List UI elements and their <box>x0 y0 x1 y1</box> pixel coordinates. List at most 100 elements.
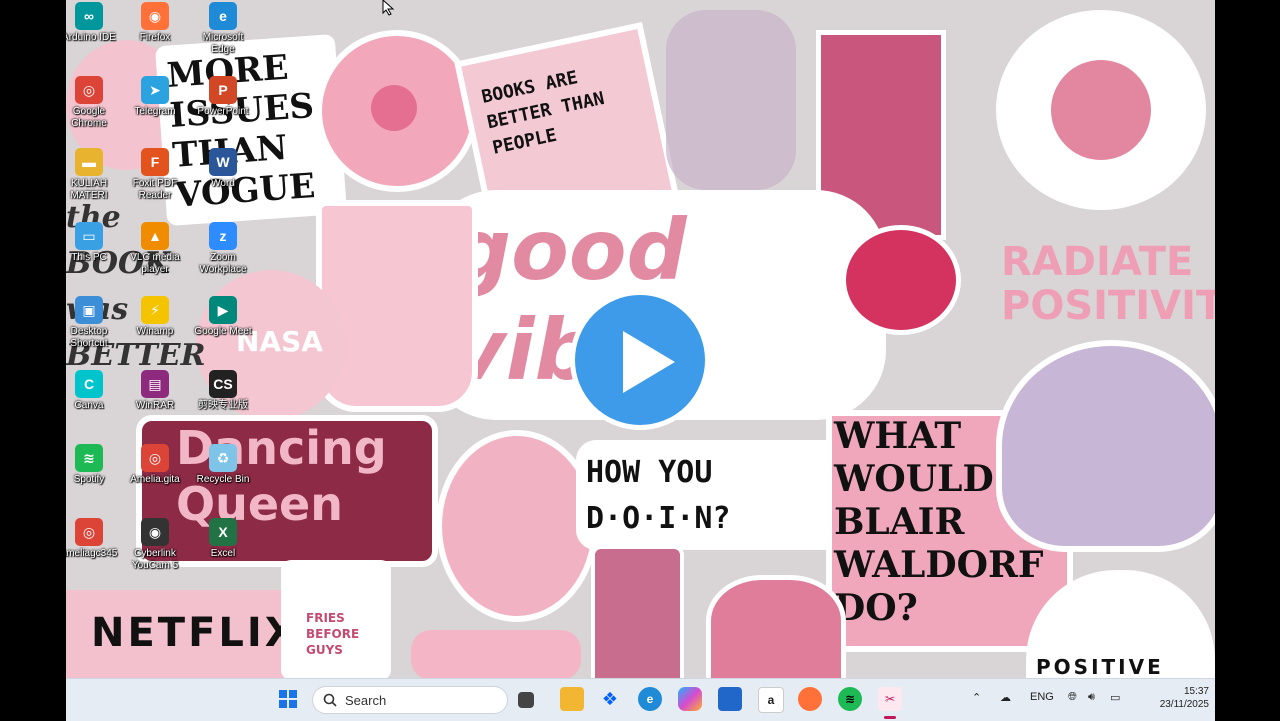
sticker-radiate-text: RADIATE POSITIVITY <box>1001 239 1215 329</box>
desktop-icon[interactable]: ⚡ Winamp <box>122 296 188 338</box>
sticker-how-you-doin-text: HOW YOU D·O·I·N? <box>586 455 731 536</box>
desktop-icon-label: KULIAH MATERI <box>70 178 108 201</box>
sticker-dinosaur <box>706 575 846 690</box>
clock-date: 23/11/2025 <box>1159 699 1209 710</box>
clock[interactable]: 15:37 23/11/2025 <box>1160 685 1209 711</box>
app-icon: ▤ <box>141 370 169 398</box>
dropbox-icon[interactable]: ❖ <box>598 687 622 711</box>
desktop-icon[interactable]: ◎ Google Chrome <box>66 76 122 130</box>
play-icon <box>623 331 675 393</box>
copilot-icon[interactable] <box>678 687 702 711</box>
language-indicator[interactable]: ENG <box>1030 691 1054 703</box>
globe-icon[interactable]: 🌐︎ <box>1068 691 1077 704</box>
desktop-icon[interactable]: e Microsoft Edge <box>190 2 256 56</box>
search-label: Search <box>345 693 387 708</box>
app-icon: C <box>75 370 103 398</box>
firefox-icon[interactable] <box>798 687 822 711</box>
app-icon: e <box>209 2 237 30</box>
app-icon: ▬ <box>75 148 103 176</box>
app-icon: ◎ <box>75 76 103 104</box>
app-icon: P <box>209 76 237 104</box>
desktop-icon[interactable]: ◎ Amelia.gita <box>122 444 188 486</box>
taskbar-search-box[interactable]: Search <box>312 686 508 714</box>
clock-time: 15:37 <box>1183 686 1209 697</box>
desktop-icon-label: Google Chrome <box>71 106 107 129</box>
desktop-icon-label: Desktop Shortcut <box>70 326 108 349</box>
edge-icon[interactable]: e <box>638 687 662 711</box>
desktop-icon-label: Winamp <box>136 326 174 337</box>
desktop-icon-label: Google Meet <box>194 326 252 337</box>
active-app-indicator <box>884 716 896 719</box>
desktop-icon-label: Arduino IDE <box>66 32 116 43</box>
desktop-icon[interactable]: ▲ VLC media player <box>122 222 188 276</box>
desktop-icon[interactable]: P PowerPoint <box>190 76 256 118</box>
desktop-icon[interactable]: ◎ ameliagc345 <box>66 518 122 560</box>
desktop-icon[interactable]: ➤ Telegram <box>122 76 188 118</box>
desktop-icon[interactable]: W Word <box>190 148 256 190</box>
video-play-button[interactable] <box>570 290 710 430</box>
sticker-planet-core <box>1051 60 1151 160</box>
sticker-brush-jar <box>591 545 684 688</box>
desktop-icon-label: Amelia.gita <box>130 474 180 485</box>
desktop-icon[interactable]: ≋ Spotify <box>66 444 122 486</box>
battery-icon[interactable]: ▭ <box>1110 691 1120 704</box>
app-icon: ➤ <box>141 76 169 104</box>
store-icon[interactable] <box>718 687 742 711</box>
desktop-icon[interactable]: ▤ WinRAR <box>122 370 188 412</box>
desktop-icon[interactable]: ▶ Google Meet <box>190 296 256 338</box>
desktop-icon-label: Firefox <box>139 32 171 43</box>
app-icon: ⚡ <box>141 296 169 324</box>
tray-network-alert-icon[interactable]: ☁ <box>1000 691 1011 704</box>
windows-start-icon[interactable] <box>276 687 300 711</box>
desktop-icon[interactable]: ♻ Recycle Bin <box>190 444 256 486</box>
mouse-cursor-icon <box>382 0 395 16</box>
app-icon: F <box>141 148 169 176</box>
desktop-icon-label: This PC <box>71 252 107 263</box>
app-icon: CS <box>209 370 237 398</box>
desktop-icon-label: Word <box>211 178 235 189</box>
sticker-positive-text: POSITIVE <box>1036 655 1164 679</box>
app-icon: ▶ <box>209 296 237 324</box>
desktop-icon[interactable]: CS 剪映专业版 <box>190 370 256 412</box>
sticker-netflix-text: NETFLIX <box>91 610 299 656</box>
snipping-tool-icon[interactable]: ✂ <box>878 687 902 711</box>
desktop-icon-label: WinRAR <box>135 400 175 411</box>
desktop-icon[interactable]: X Excel <box>190 518 256 560</box>
sticker-fries-text: FRIES BEFORE GUYS <box>306 611 360 657</box>
desktop-icon-label: Telegram <box>134 106 176 117</box>
desktop-icon[interactable]: ▭ This PC <box>66 222 122 264</box>
app-icon: ▭ <box>75 222 103 250</box>
volume-icon[interactable]: 🔊︎ <box>1088 691 1095 704</box>
task-view-icon[interactable] <box>518 692 534 708</box>
desktop-icon-label: Recycle Bin <box>196 474 250 485</box>
desktop-icon[interactable]: ∞ Arduino IDE <box>66 2 122 44</box>
sticker-daisy-center <box>371 85 417 131</box>
app-icon: ◎ <box>75 518 103 546</box>
desktop-icon-label: Foxit PDF Reader <box>132 178 178 201</box>
app-icon: ▲ <box>141 222 169 250</box>
desktop-icon[interactable]: C Canva <box>66 370 122 412</box>
desktop-icon[interactable]: F Foxit PDF Reader <box>122 148 188 202</box>
desktop-icon-label: VLC media player <box>130 252 180 275</box>
search-icon <box>323 693 337 707</box>
app-icon: X <box>209 518 237 546</box>
tray-chevron-icon[interactable]: ⌃ <box>972 691 981 704</box>
taskbar: Search ❖ e a ≋ ✂ ⌃ ☁ ENG 🌐︎ 🔊︎ ▭ 15:37 2… <box>66 678 1215 721</box>
amazon-icon[interactable]: a <box>758 687 784 713</box>
app-icon: ♻ <box>209 444 237 472</box>
desktop-icon[interactable]: ▬ KULIAH MATERI <box>66 148 122 202</box>
desktop-icon[interactable]: ▣ Desktop Shortcut <box>66 296 122 350</box>
app-icon: ◉ <box>141 2 169 30</box>
desktop-icon[interactable]: z Zoom Workplace <box>190 222 256 276</box>
file-explorer-icon[interactable] <box>560 687 584 711</box>
desktop-icon[interactable]: ◉ Cyberlink YouCam 5 <box>122 518 188 572</box>
desktop-icon-label: Zoom Workplace <box>199 252 247 275</box>
spotify-icon[interactable]: ≋ <box>838 687 862 711</box>
sticker-hedgehog <box>996 340 1215 552</box>
desktop-icon[interactable]: ◉ Firefox <box>122 2 188 44</box>
app-icon: ▣ <box>75 296 103 324</box>
app-icon: ◎ <box>141 444 169 472</box>
desktop-icon-label: ameliagc345 <box>66 548 118 559</box>
app-icon: ≋ <box>75 444 103 472</box>
sticker-yarn <box>436 430 598 622</box>
